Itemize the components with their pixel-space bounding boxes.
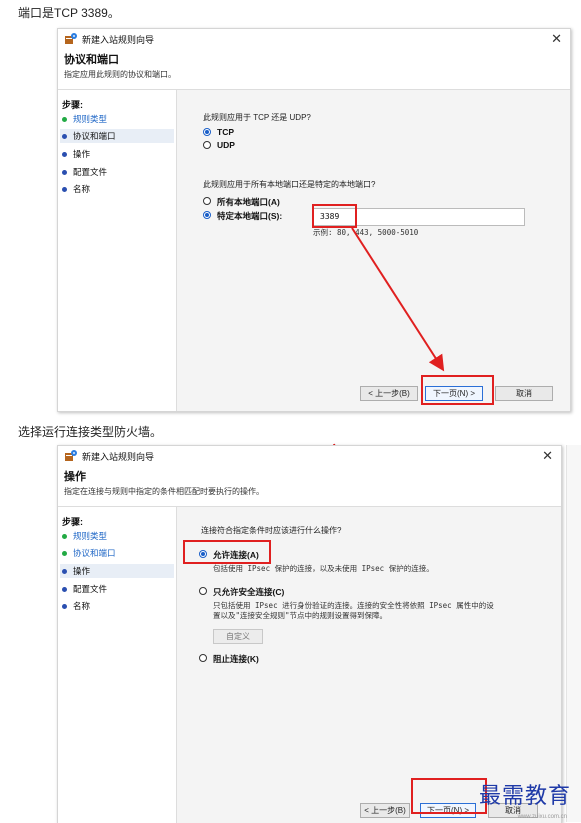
secure-radio[interactable] <box>199 587 207 595</box>
content-pane: 连接符合指定条件时应该进行什么操作? 允许连接(A) 包括使用 IPsec 保护… <box>177 507 561 823</box>
step-label: 名称 <box>73 601 91 611</box>
page-description: 指定在连接与规则中指定的条件相匹配时要执行的操作。 <box>64 487 264 496</box>
step-label: 协议和端口 <box>73 548 116 558</box>
customize-button[interactable]: 自定义 <box>213 629 263 644</box>
wizard-dialog-action: 新建入站规则向导 ✕ 操作 指定在连接与规则中指定的条件相匹配时要执行的操作。 … <box>57 445 562 823</box>
step-todo-icon <box>62 587 67 593</box>
action-question: 连接符合指定条件时应该进行什么操作? <box>201 526 342 535</box>
allow-label[interactable]: 允许连接(A) <box>213 549 259 561</box>
watermark-logo: 最需教育 <box>478 784 571 809</box>
title-bar: 新建入站规则向导 ✕ <box>58 446 561 466</box>
step-todo-icon <box>62 604 67 610</box>
block-radio[interactable] <box>199 654 207 662</box>
step-action[interactable]: 操作 <box>60 564 174 578</box>
wizard-header: 操作 指定在连接与规则中指定的条件相匹配时要执行的操作。 <box>58 466 561 507</box>
secure-label[interactable]: 只允许安全连接(C) <box>213 586 284 598</box>
page-title: 操作 <box>64 471 86 483</box>
step-done-icon <box>62 551 67 557</box>
step-name[interactable]: 名称 <box>62 599 90 613</box>
firewall-rule-icon <box>65 450 77 461</box>
step-current-icon <box>62 569 67 575</box>
steps-title: 步骤: <box>62 517 83 527</box>
step-label: 配置文件 <box>73 584 108 594</box>
close-icon[interactable]: ✕ <box>542 448 553 464</box>
block-label[interactable]: 阻止连接(K) <box>213 653 259 665</box>
back-button[interactable]: < 上一步(B) <box>360 803 410 818</box>
watermark-url: www.zuixu.com.cn <box>517 814 567 820</box>
secure-description-line2: 置以及"连接安全规则"节点中的规则设置得到保障。 <box>213 611 388 620</box>
step-label: 操作 <box>73 566 91 576</box>
step-done-icon <box>62 534 67 540</box>
window-title: 新建入站规则向导 <box>82 452 155 462</box>
step-rule-type[interactable]: 规则类型 <box>62 529 107 543</box>
next-button[interactable]: 下一页(N) > <box>420 803 476 818</box>
steps-pane: 步骤: 规则类型 协议和端口 操作 配置文件 名称 <box>58 507 177 823</box>
background-window-edge <box>566 445 581 822</box>
step-label: 规则类型 <box>73 531 108 541</box>
allow-radio[interactable] <box>199 550 207 558</box>
caption-second: 选择运行连接类型防火墙。 <box>18 425 163 439</box>
step-protocol-ports[interactable]: 协议和端口 <box>62 546 116 560</box>
allow-description: 包括使用 IPsec 保护的连接，以及未使用 IPsec 保护的连接。 <box>213 564 434 573</box>
step-profile[interactable]: 配置文件 <box>62 582 107 596</box>
